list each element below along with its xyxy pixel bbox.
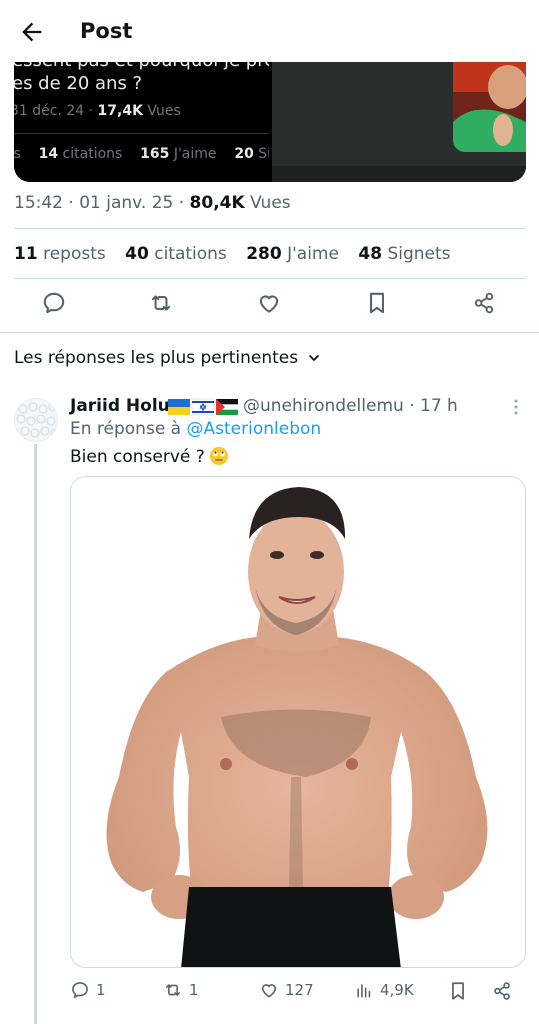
- post-action-bar: [0, 290, 539, 320]
- chevron-down-icon[interactable]: [307, 351, 321, 365]
- reply-replies-count: 1: [96, 981, 106, 999]
- reply-mention-link[interactable]: @Asterionlebon: [187, 419, 322, 439]
- reply-text-body: Bien conservé ?: [70, 447, 205, 467]
- bookmarks-label[interactable]: Signets: [387, 244, 450, 264]
- reply-icon: [72, 982, 88, 999]
- reply-context-prefix: En réponse à: [70, 419, 187, 439]
- quoted-media-footer: [272, 166, 526, 182]
- share-icon[interactable]: [471, 290, 497, 316]
- shirtless-man-photo-image: [71, 477, 525, 967]
- page-title: Post: [80, 19, 133, 43]
- reply-action-bar: 1 1 127 4,9K: [70, 978, 530, 1006]
- thread-line: [34, 444, 37, 1024]
- reply-author-handle[interactable]: @unehirondellemu · 17 h: [243, 396, 458, 416]
- reply-views-count: 4,9K: [380, 981, 414, 999]
- quoted-post-stats: ts 14 citations 165 J'aime 20 Signets: [14, 146, 269, 162]
- rolling-eyes-emoji-icon: [209, 447, 228, 465]
- quoted-post-text-cut: essent pas et pourquoi je préfè: [14, 62, 269, 71]
- quoted-post-text-area: essent pas et pourquoi je préfè es de 20…: [14, 62, 269, 182]
- quoted-stat-quotes-label: citations: [62, 146, 123, 162]
- quoted-media-thumbnail: [453, 62, 526, 152]
- post-views-label: Vues: [244, 193, 291, 213]
- share-icon[interactable]: [491, 980, 513, 1002]
- flag-emojis-icon: [168, 398, 238, 416]
- quoted-post-card[interactable]: essent pas et pourquoi je préfè es de 20…: [14, 62, 526, 182]
- repost-icon: [165, 984, 181, 996]
- quoted-stat-likes-value: 165: [140, 146, 170, 162]
- reposts-count[interactable]: 11: [14, 244, 38, 264]
- quoted-stat-bookmarks-label: Signets: [258, 146, 269, 162]
- quoted-post-views-label: Vues: [142, 103, 181, 119]
- reply-views-button[interactable]: 4,9K: [354, 980, 414, 1000]
- quoted-stat-reposts-label: ts: [14, 146, 21, 162]
- bookmark-icon[interactable]: [364, 290, 390, 316]
- thumbnail-photo-image: [453, 62, 526, 152]
- post-time: 15:42 · 01 janv. 25 ·: [14, 193, 190, 213]
- reply-author-name[interactable]: Jariid Holu: [70, 396, 170, 416]
- quoted-post-media[interactable]: [272, 62, 526, 182]
- reply-media-image[interactable]: [70, 476, 526, 968]
- more-options-icon[interactable]: [512, 398, 520, 416]
- reply-like-button[interactable]: 127: [259, 980, 314, 1000]
- quoted-stat-quotes-value: 14: [38, 146, 59, 162]
- bookmark-icon[interactable]: [447, 980, 469, 1002]
- reply-text: Bien conservé ?: [70, 446, 229, 467]
- section-divider: [0, 332, 539, 333]
- divider: [14, 228, 526, 229]
- arrow-left-icon[interactable]: [18, 18, 46, 46]
- quoted-post-text: es de 20 ans ?: [14, 73, 143, 94]
- avatar-pattern-image: [16, 402, 57, 438]
- post-views-value: 80,4K: [189, 193, 245, 213]
- quoted-post-views-value: 17,4K: [97, 103, 143, 119]
- replies-sort-label[interactable]: Les réponses les plus pertinentes: [14, 348, 298, 368]
- quoted-stat-bookmarks-value: 20: [234, 146, 254, 162]
- post-timestamp: 15:42 · 01 janv. 25 · 80,4K Vues: [14, 193, 291, 213]
- like-icon[interactable]: [256, 290, 282, 316]
- views-chart-icon: [357, 984, 371, 998]
- quoted-stat-likes-label: J'aime: [173, 146, 217, 162]
- quoted-post-divider: [14, 133, 269, 134]
- reply-likes-count: 127: [285, 981, 314, 999]
- reply-reposts-count: 1: [189, 981, 199, 999]
- quoted-post-date: 31 déc. 24 ·: [14, 103, 98, 119]
- likes-count[interactable]: 280: [246, 244, 282, 264]
- reply-repost-button[interactable]: 1: [163, 980, 199, 1000]
- reply-icon[interactable]: [41, 290, 67, 316]
- reposts-label[interactable]: reposts: [43, 244, 106, 264]
- quotes-count[interactable]: 40: [125, 244, 149, 264]
- likes-label[interactable]: J'aime: [287, 244, 339, 264]
- top-bar: Post: [0, 0, 539, 62]
- reply-replies-button[interactable]: 1: [70, 980, 106, 1000]
- post-stats: 11 reposts 40 citations 280 J'aime 48 Si…: [14, 244, 451, 264]
- quoted-post-meta: 31 déc. 24 · 17,4K Vues: [14, 103, 181, 119]
- bookmarks-count[interactable]: 48: [358, 244, 382, 264]
- repost-icon[interactable]: [148, 290, 174, 316]
- quotes-label[interactable]: citations: [154, 244, 227, 264]
- avatar[interactable]: [14, 398, 58, 442]
- divider: [14, 278, 526, 279]
- like-icon: [261, 984, 277, 998]
- reply-context: En réponse à @Asterionlebon: [70, 419, 321, 439]
